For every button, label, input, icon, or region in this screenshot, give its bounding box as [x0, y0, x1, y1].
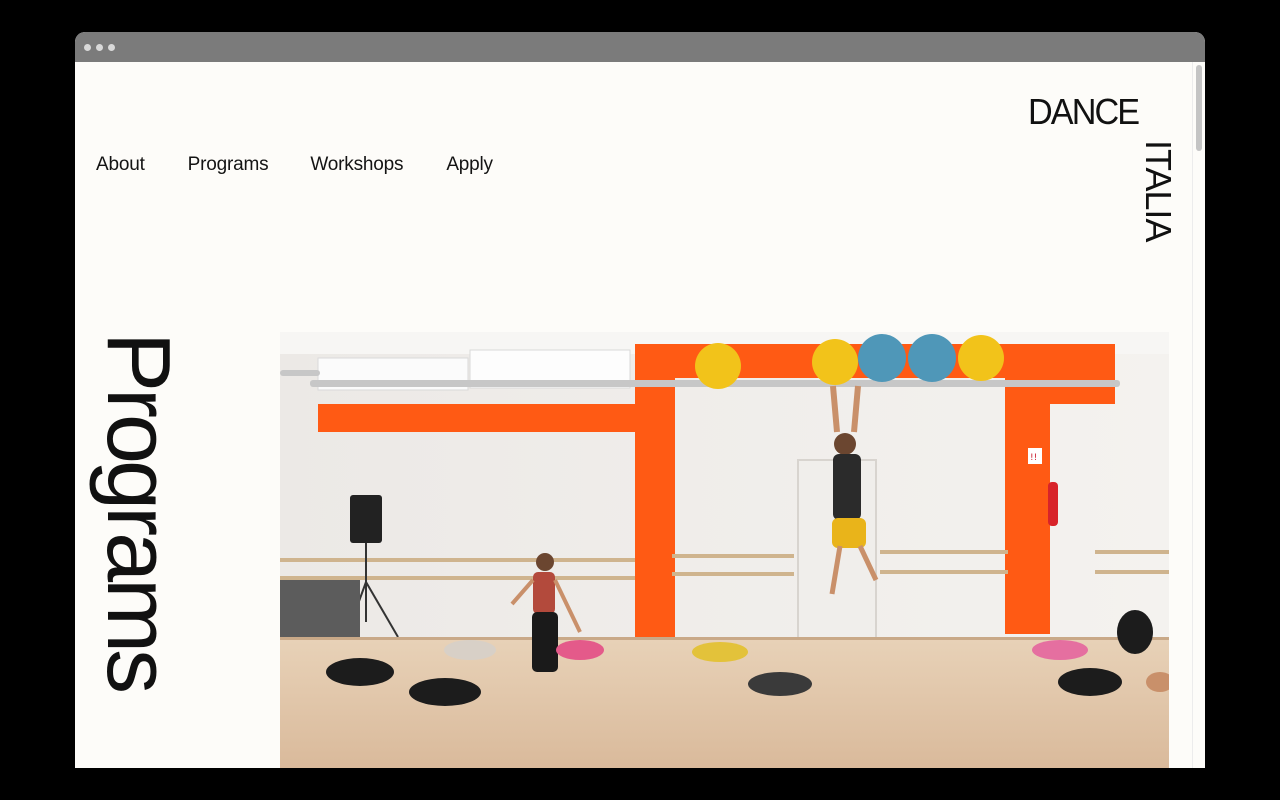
- nav-link-workshops[interactable]: Workshops: [310, 154, 403, 176]
- window-dot-icon[interactable]: [108, 44, 115, 51]
- dance-studio-photo: !!: [280, 332, 1169, 768]
- nav-link-apply[interactable]: Apply: [446, 154, 493, 176]
- logo-line-dance: DANCE: [1028, 91, 1140, 132]
- window-titlebar: [75, 32, 1205, 62]
- vertical-scrollbar[interactable]: [1192, 62, 1205, 768]
- logo-line-italia: ITALIA: [1138, 140, 1179, 242]
- page-viewport: About Programs Workshops Apply DANCE ITA…: [75, 62, 1205, 768]
- hero-image: !!: [280, 332, 1169, 768]
- window-dot-icon[interactable]: [96, 44, 103, 51]
- nav-link-programs[interactable]: Programs: [188, 154, 269, 176]
- wall-sign: !!: [1030, 453, 1037, 463]
- window-dot-icon[interactable]: [84, 44, 91, 51]
- nav-link-about[interactable]: About: [96, 154, 145, 176]
- scroll-thumb[interactable]: [1196, 65, 1202, 151]
- main-nav: About Programs Workshops Apply: [96, 154, 493, 176]
- site-logo[interactable]: DANCE ITALIA: [1028, 91, 1179, 252]
- page-title: Programs: [88, 332, 188, 691]
- browser-window: About Programs Workshops Apply DANCE ITA…: [75, 32, 1205, 768]
